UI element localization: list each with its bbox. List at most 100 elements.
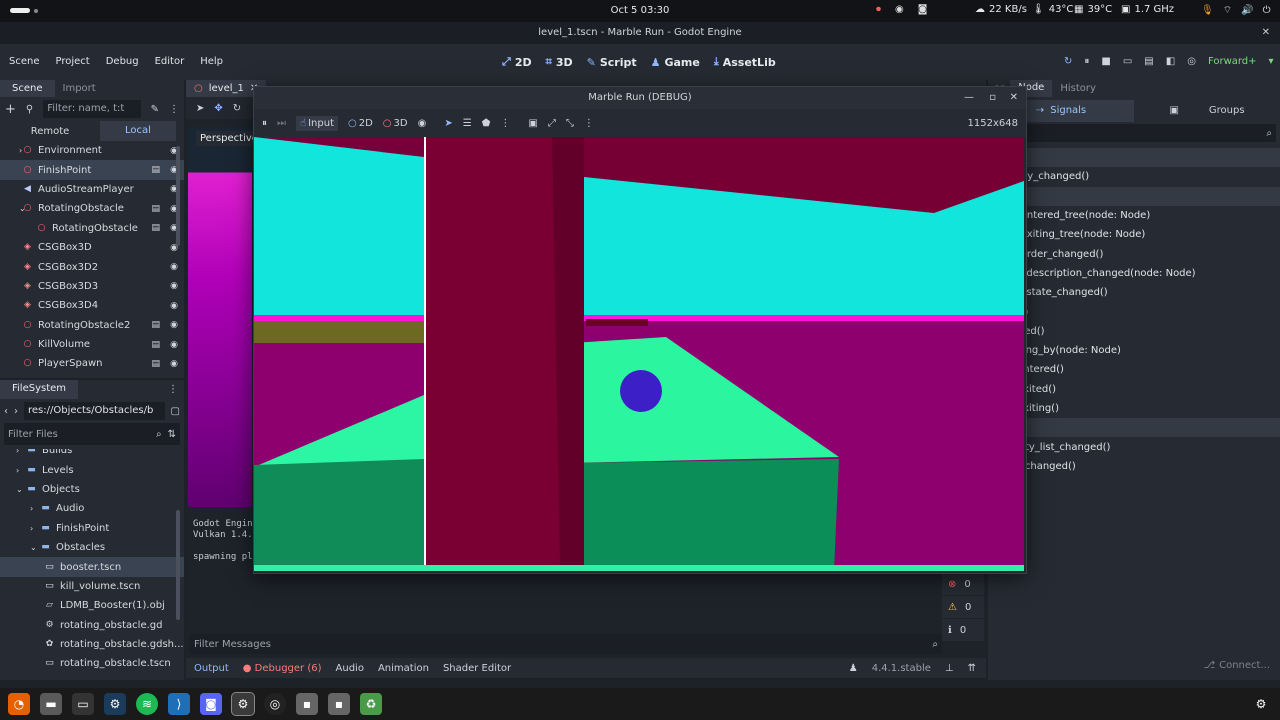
- kebab-menu-icon[interactable]: ⋮: [500, 118, 510, 129]
- scene-tree-node[interactable]: › ○ Environment ◉: [0, 141, 184, 160]
- signal-item[interactable]: ready(): [988, 302, 1280, 321]
- scrollbar[interactable]: [176, 146, 180, 246]
- menu-debug[interactable]: Debug: [106, 56, 139, 67]
- volume-icon[interactable]: 🔊: [1241, 5, 1253, 16]
- link-icon[interactable]: ⚲: [26, 104, 33, 115]
- signal-item[interactable]: property_list_changed(): [988, 437, 1280, 456]
- signal-item[interactable]: replacing_by(node: Node): [988, 341, 1280, 360]
- input-mode-button[interactable]: ☝ Input: [296, 115, 338, 131]
- signal-class-header[interactable]: de3D: [988, 148, 1280, 168]
- signal-filter-input[interactable]: ignals: [996, 128, 1266, 139]
- kebab-menu-icon[interactable]: ⋮: [169, 104, 179, 115]
- visibility-eye-icon[interactable]: ◉: [170, 340, 178, 350]
- chevron-right-icon[interactable]: ›: [16, 449, 26, 455]
- trash-icon[interactable]: ♻: [360, 693, 382, 715]
- visibility-icon[interactable]: ◉: [418, 118, 427, 129]
- file-item[interactable]: ✿ rotating_obstacle.gdsh...: [0, 635, 184, 654]
- game-window[interactable]: Marble Run (DEBUG) — ▫ ✕ ⏸ ⏭ ☝ Input ○ 2D …: [253, 86, 1027, 574]
- rotate-tool-icon[interactable]: ↻: [233, 103, 241, 114]
- tab-assetlib[interactable]: ⤓ AssetLib: [714, 55, 776, 69]
- visibility-eye-icon[interactable]: ◉: [170, 359, 178, 369]
- tab-scene[interactable]: Scene: [0, 80, 55, 97]
- chevron-right-icon[interactable]: ›: [16, 466, 26, 475]
- scene-tree-node[interactable]: ○ PlayerSpawn ◉ ▤: [0, 354, 184, 373]
- tab-3d[interactable]: ⌗ 3D: [546, 55, 573, 69]
- signal-class-header[interactable]: ject: [988, 418, 1280, 438]
- forward-icon[interactable]: ›: [14, 406, 18, 417]
- minimize-icon[interactable]: —: [964, 87, 974, 109]
- game-viewport[interactable]: [254, 137, 1024, 571]
- wifi-icon[interactable]: ⌔: [1223, 4, 1232, 17]
- expand-panel-icon[interactable]: ⇈: [968, 663, 976, 674]
- file-item[interactable]: › ▬ Audio: [0, 499, 184, 518]
- pause-button-icon[interactable]: ⏸: [1084, 56, 1089, 67]
- file-item[interactable]: ▭ booster.tscn: [0, 557, 184, 577]
- tab-audio[interactable]: Audio: [336, 663, 364, 674]
- scene-tree-node[interactable]: ⌄ ○ RotatingObstacle ◉ ▤: [0, 199, 184, 218]
- path-input[interactable]: res://Objects/Obstacles/b: [24, 402, 165, 420]
- scene-tree-node[interactable]: ◈ CSGBox3D4 ◉: [0, 296, 184, 315]
- next-frame-icon[interactable]: ⏭: [277, 118, 286, 129]
- error-filter-button[interactable]: ⊗ 0: [942, 573, 984, 595]
- vscode-icon[interactable]: ⟩: [168, 693, 190, 715]
- 2d-mode-button[interactable]: ○ 2D: [348, 118, 373, 129]
- scene-tree-node[interactable]: ○ RotatingObstacle ◉ ▤: [0, 219, 184, 238]
- visibility-eye-icon[interactable]: ◉: [170, 281, 178, 291]
- clock[interactable]: Oct 5 03:30: [600, 5, 680, 16]
- tab-script[interactable]: ✎ Script: [587, 56, 637, 69]
- scene-instance-icon[interactable]: ▤: [151, 359, 160, 369]
- scene-instance-icon[interactable]: ▤: [151, 340, 160, 350]
- signal-item[interactable]: tree_entered(): [988, 360, 1280, 379]
- menu-scene[interactable]: Scene: [9, 56, 40, 67]
- file-item[interactable]: › ▬ FinishPoint: [0, 519, 184, 538]
- record-icon[interactable]: ⏺: [876, 4, 881, 15]
- remote-button[interactable]: Remote: [0, 126, 100, 137]
- chevron-right-icon[interactable]: ›: [30, 524, 40, 533]
- movie-maker-icon[interactable]: ◧: [1166, 56, 1175, 67]
- signal-item[interactable]: editor_state_changed(): [988, 283, 1280, 302]
- file-item[interactable]: ▱ LDMB_Booster(1).obj: [0, 596, 184, 615]
- signal-item[interactable]: editor_description_changed(node: Node): [988, 264, 1280, 283]
- tab-game[interactable]: ♟ Game: [651, 56, 700, 69]
- embed-window-icon[interactable]: ▣: [528, 118, 537, 129]
- terminal-icon[interactable]: ▭: [72, 693, 94, 715]
- file-item[interactable]: ▭ kill_volume.tscn: [0, 577, 184, 596]
- 3d-viewport[interactable]: Perspective: [188, 127, 262, 507]
- app-indicator-icon[interactable]: ◉: [895, 4, 904, 15]
- scene-instance-icon[interactable]: ▤: [151, 165, 160, 175]
- add-node-icon[interactable]: +: [5, 102, 16, 117]
- chevron-down-icon[interactable]: ⌄: [30, 543, 40, 552]
- scene-tree-node[interactable]: ◀ AudioStreamPlayer ◉: [0, 180, 184, 199]
- maximize-icon[interactable]: ▫: [989, 87, 996, 109]
- scene-tree-node[interactable]: ○ FinishPoint ◉ ▤: [0, 160, 184, 180]
- pin-icon[interactable]: ⊥: [945, 663, 954, 674]
- stop-button-icon[interactable]: ■: [1101, 56, 1110, 67]
- tab-animation[interactable]: Animation: [378, 663, 429, 674]
- warning-filter-button[interactable]: ⚠ 0: [942, 596, 984, 618]
- info-filter-button[interactable]: ℹ0: [942, 619, 984, 641]
- signal-item[interactable]: renamed(): [988, 322, 1280, 341]
- signal-item[interactable]: child_order_changed(): [988, 244, 1280, 263]
- settings-gear-icon[interactable]: ⚙: [1250, 693, 1272, 715]
- tab-2d[interactable]: ⤢ 2D: [502, 55, 532, 69]
- scene-instance-icon[interactable]: ▤: [151, 204, 160, 214]
- chevron-down-icon[interactable]: ▾: [1269, 56, 1274, 67]
- signal-item[interactable]: tree_exiting(): [988, 399, 1280, 418]
- visibility-eye-icon[interactable]: ◉: [170, 262, 178, 272]
- chevron-down-icon[interactable]: ⌄: [19, 204, 26, 213]
- files-icon[interactable]: ▬: [40, 693, 62, 715]
- connect-button[interactable]: ⎇ Connect...: [1204, 660, 1270, 671]
- filter-files-input[interactable]: Filter Files: [8, 429, 150, 440]
- app-icon[interactable]: ▪: [328, 693, 350, 715]
- scene-tree-node[interactable]: ◈ CSGBox3D ◉: [0, 238, 184, 257]
- select-arrow-icon[interactable]: ➤: [444, 118, 452, 129]
- menu-help[interactable]: Help: [200, 56, 223, 67]
- tab-output[interactable]: Output: [194, 663, 229, 674]
- kebab-menu-icon[interactable]: ⋮: [584, 118, 594, 129]
- back-icon[interactable]: ‹: [4, 406, 8, 417]
- select-tool-icon[interactable]: ➤: [196, 103, 204, 114]
- menu-editor[interactable]: Editor: [155, 56, 185, 67]
- tab-import[interactable]: Import: [55, 80, 104, 97]
- close-icon[interactable]: ✕: [1010, 87, 1018, 109]
- scene-instance-icon[interactable]: ▤: [151, 320, 160, 330]
